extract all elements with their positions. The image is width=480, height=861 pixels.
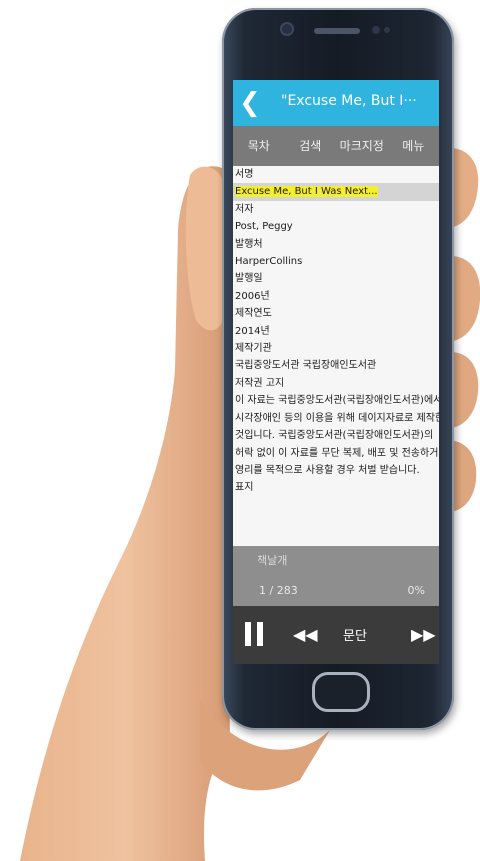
section-label: 책날개 bbox=[257, 554, 288, 567]
book-title: "Excuse Me, But I··· bbox=[281, 93, 417, 109]
content-line: 시각장애인 등의 이용을 위해 데이지자료로 제작한 bbox=[233, 410, 439, 427]
content-line: 제작기관 bbox=[233, 340, 439, 357]
phone-screen: ❮ "Excuse Me, But I··· 목차 검색 마크지정 메뉴 서명 E… bbox=[233, 80, 439, 664]
content-line: 발행일 bbox=[233, 270, 439, 287]
content-line: 국립중앙도서관 국립장애인도서관 bbox=[233, 357, 439, 374]
content-line-text: 시각장애인 등의 이용을 위해 데이지자료로 제작한 bbox=[235, 412, 439, 424]
content-line-text: 저작권 고지 bbox=[235, 377, 285, 389]
content-line-text: 허락 없이 이 자료를 무단 복제, 배포 및 전송하거나 bbox=[235, 447, 439, 459]
skip-forward-icon[interactable]: ▶▶ bbox=[411, 625, 436, 644]
content-line: 제작연도 bbox=[233, 305, 439, 322]
content-line: HarperCollins bbox=[233, 253, 439, 270]
content-line-text: 저자 bbox=[235, 203, 254, 215]
paragraph-mode-button[interactable]: 문단 bbox=[343, 625, 367, 644]
content-line-text: 영리를 목적으로 사용할 경우 처벌 받습니다. bbox=[235, 464, 420, 476]
content-line: Excuse Me, But I Was Next... bbox=[233, 183, 439, 201]
menu-bar: 목차 검색 마크지정 메뉴 bbox=[233, 126, 439, 166]
content-line: 서명 bbox=[233, 166, 439, 183]
page-progress: 1 / 283 bbox=[259, 584, 298, 597]
earpiece-speaker bbox=[314, 28, 360, 34]
content-line: 영리를 목적으로 사용할 경우 처벌 받습니다. bbox=[233, 462, 439, 479]
percent-progress: 0% bbox=[407, 584, 425, 597]
content-line: 발행처 bbox=[233, 236, 439, 253]
content-line: Post, Peggy bbox=[233, 218, 439, 235]
book-content[interactable]: 서명 Excuse Me, But I Was Next... 저자 Post, Pe… bbox=[233, 166, 439, 546]
content-line-text: 서명 bbox=[235, 169, 254, 180]
content-line-text: 제작연도 bbox=[235, 308, 272, 320]
content-line: 표지 bbox=[233, 479, 439, 496]
light-sensor bbox=[384, 27, 390, 33]
content-line-text: 국립중앙도서관 국립장애인도서관 bbox=[235, 360, 377, 372]
content-line: 저작권 고지 bbox=[233, 375, 439, 392]
menu-toc-button[interactable]: 목차 bbox=[233, 126, 285, 166]
content-line-text: 2014년 bbox=[235, 325, 270, 337]
content-line-text: Post, Peggy bbox=[235, 221, 293, 233]
content-line-text: 제작기관 bbox=[235, 343, 272, 355]
proximity-sensor bbox=[372, 26, 380, 34]
content-line-text: 것입니다. 국립중앙도서관(국립장애인도서관)의 bbox=[235, 430, 434, 442]
scene: ❮ "Excuse Me, But I··· 목차 검색 마크지정 메뉴 서명 E… bbox=[0, 0, 480, 861]
content-line-text: 2006년 bbox=[235, 290, 270, 302]
content-line: 것입니다. 국립중앙도서관(국립장애인도서관)의 bbox=[233, 427, 439, 444]
pause-icon[interactable] bbox=[245, 622, 263, 646]
content-line-text: 발행처 bbox=[235, 238, 263, 250]
skip-back-icon[interactable]: ◀◀ bbox=[293, 625, 318, 644]
content-line: 저자 bbox=[233, 201, 439, 218]
home-button[interactable] bbox=[312, 672, 370, 712]
content-line: 이 자료는 국립중앙도서관(국립장애인도서관)에서 bbox=[233, 392, 439, 409]
front-camera bbox=[282, 24, 292, 34]
content-line: 2006년 bbox=[233, 288, 439, 305]
content-line-text: HarperCollins bbox=[235, 256, 303, 268]
content-line-text: 발행일 bbox=[235, 273, 263, 285]
playback-controls: ◀◀ 문단 ▶▶ bbox=[233, 606, 439, 664]
content-line-text: Excuse Me, But I Was Next... bbox=[235, 186, 378, 198]
chevron-left-icon[interactable]: ❮ bbox=[239, 88, 261, 118]
content-line-text: 이 자료는 국립중앙도서관(국립장애인도서관)에서 bbox=[235, 395, 439, 407]
player-status: 책날개 1 / 283 0% bbox=[233, 546, 439, 606]
menu-more-button[interactable]: 메뉴 bbox=[388, 126, 440, 166]
content-line: 2014년 bbox=[233, 323, 439, 340]
content-line: 허락 없이 이 자료를 무단 복제, 배포 및 전송하거나 bbox=[233, 445, 439, 462]
content-line-text: 표지 bbox=[235, 482, 254, 494]
title-bar: ❮ "Excuse Me, But I··· bbox=[233, 80, 439, 126]
menu-bookmark-button[interactable]: 마크지정 bbox=[336, 126, 388, 166]
menu-search-button[interactable]: 검색 bbox=[285, 126, 337, 166]
